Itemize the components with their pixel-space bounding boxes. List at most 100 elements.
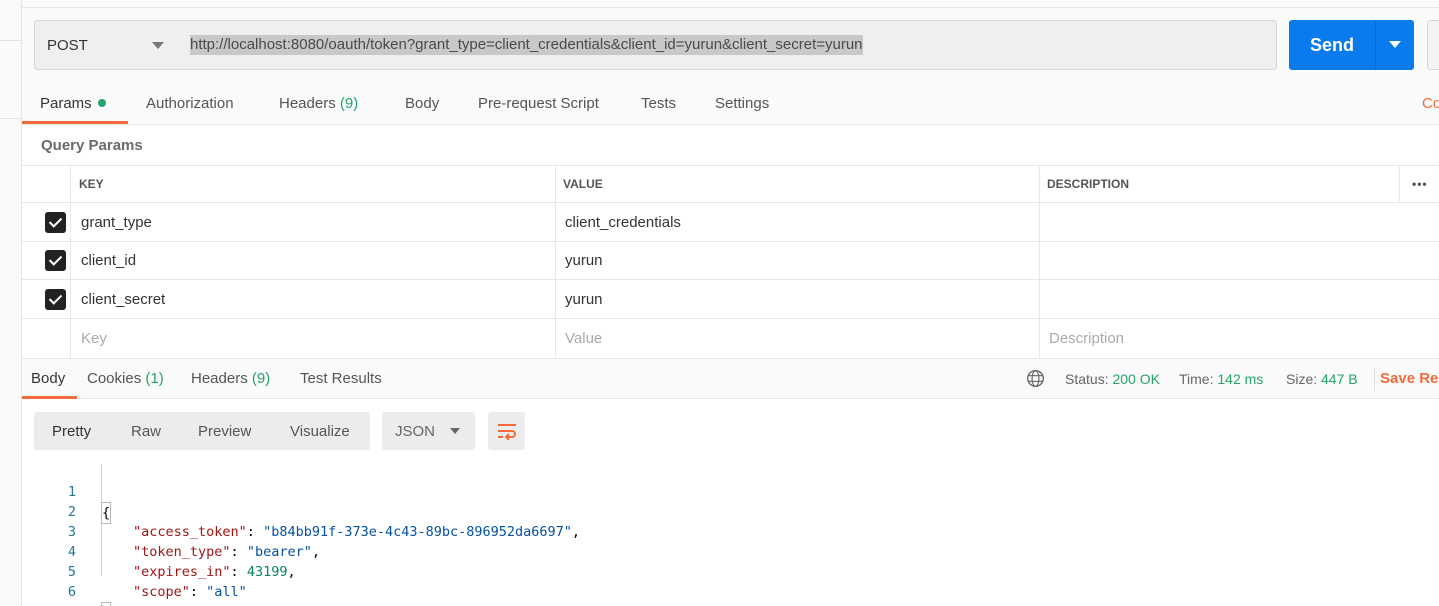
status-label: Status: [1065,371,1109,387]
divider [1374,367,1375,391]
param-key[interactable]: grant_type [81,203,152,241]
format-preview-button[interactable]: Preview [198,412,251,450]
send-options-chevron-icon[interactable] [1389,41,1401,48]
tab-label: Headers [279,95,336,112]
response-status: Status: 200 OK [1065,371,1160,387]
params-header-row: KEY VALUE DESCRIPTION ••• [22,165,1439,203]
save-response-button[interactable]: Save Re [1380,370,1438,387]
new-value-input[interactable]: Value [565,319,602,358]
method-select[interactable]: POST [34,20,178,70]
code-line: 3 "token_type": "bearer", [22,502,722,560]
query-params-title: Query Params [41,137,143,154]
response-time: Time: 142 ms [1179,371,1263,387]
tab-label: Authorization [146,95,234,112]
param-value[interactable]: yurun [565,242,603,279]
format-toggle-group: Pretty Raw Preview Visualize [34,412,370,450]
tab-body[interactable]: Body [405,95,439,112]
format-pretty-button[interactable]: Pretty [52,412,91,450]
param-key[interactable]: client_id [81,242,136,279]
tab-params[interactable]: Params [40,95,106,112]
chevron-down-icon [450,428,460,434]
globe-icon[interactable] [1026,369,1045,388]
tab-label: Cookies [87,370,142,387]
request-tabs: Params Authorization Headers (9) Body Pr… [22,84,1439,125]
code-line: 5 "scope": "all" [22,542,722,600]
method-label: POST [47,36,88,54]
tab-settings[interactable]: Settings [715,95,769,112]
row-checkbox[interactable] [45,212,66,233]
table-row: client_id yurun [22,242,1439,280]
language-select[interactable]: JSON [382,412,475,450]
response-size: Size: 447 B [1286,371,1358,387]
tab-count: (9) [251,370,271,387]
tab-label: Settings [715,95,770,112]
code-line: 4 "expires_in": 43199, [22,522,722,580]
params-indicator-dot [97,99,106,107]
table-row: client_secret yurun [22,280,1439,319]
response-tab-cookies[interactable]: Cookies (1) [87,370,164,387]
status-value: 200 OK [1112,371,1160,387]
json-string-value: "all" [206,584,247,600]
code-line: 6 } [22,562,622,606]
language-label: JSON [395,422,436,440]
send-divider [1375,20,1376,70]
response-tab-headers[interactable]: Headers (9) [191,370,270,387]
format-raw-button[interactable]: Raw [131,412,161,450]
new-param-row: Key Value Description [22,319,1439,358]
close-brace: } [101,602,112,606]
line-number: 6 [67,584,76,600]
response-bar: Body Cookies (1) Headers (9) Test Result… [22,358,1439,399]
tab-count: (1) [145,370,164,387]
param-value[interactable]: yurun [565,280,603,318]
tab-tests[interactable]: Tests [641,95,676,112]
tab-label: Params [40,95,92,112]
cookies-link[interactable]: Co [1422,95,1439,112]
response-tab-body[interactable]: Body [31,370,65,387]
tab-pre-request-script[interactable]: Pre-request Script [478,95,599,112]
code-line: 2 "access_token": "b84bb91f-373e-4c43-89… [22,482,722,540]
size-label: Size: [1286,371,1318,387]
new-description-input[interactable]: Description [1049,319,1124,358]
active-tab-indicator [22,121,128,124]
code-line: 1 { [22,462,622,524]
column-header-key: KEY [79,177,104,191]
tab-label: Body [31,370,66,387]
time-value: 142 ms [1217,371,1264,387]
wrap-lines-button[interactable] [488,412,525,450]
column-header-value: VALUE [563,177,603,191]
save-button[interactable] [1427,20,1439,70]
tab-label: Tests [641,95,677,112]
more-options-icon[interactable]: ••• [1412,166,1436,202]
format-visualize-button[interactable]: Visualize [290,412,350,450]
response-tab-test-results[interactable]: Test Results [300,370,382,387]
send-button[interactable]: Send [1289,20,1414,70]
column-header-description: DESCRIPTION [1047,177,1130,191]
tab-headers[interactable]: Headers (9) [279,95,358,112]
tab-label: Headers [191,370,248,387]
tab-label: Body [405,95,440,112]
tab-label: Test Results [300,370,382,387]
param-key[interactable]: client_secret [81,280,165,318]
top-divider [22,7,1439,8]
json-key: "scope" [133,584,190,600]
active-response-tab-indicator [22,396,77,399]
chevron-down-icon [152,42,164,49]
row-checkbox[interactable] [45,289,66,310]
param-value[interactable]: client_credentials [565,203,681,241]
url-text: http://localhost:8080/oauth/token?grant_… [190,35,863,55]
json-entry: "scope": "all" [133,584,247,600]
send-label: Send [1309,34,1354,55]
tab-authorization[interactable]: Authorization [146,95,234,112]
row-checkbox[interactable] [45,250,66,271]
url-input[interactable]: http://localhost:8080/oauth/token?grant_… [177,20,1277,70]
table-row: grant_type client_credentials [22,203,1439,242]
new-key-input[interactable]: Key [81,319,107,358]
size-value: 447 B [1321,371,1358,387]
sidebar-divider [0,40,22,41]
time-label: Time: [1179,371,1214,387]
tab-count: (9) [339,95,359,112]
sidebar-divider [0,118,22,119]
wrap-lines-icon [497,424,516,440]
left-sidebar-edge [0,0,22,606]
tab-label: Pre-request Script [478,95,599,112]
